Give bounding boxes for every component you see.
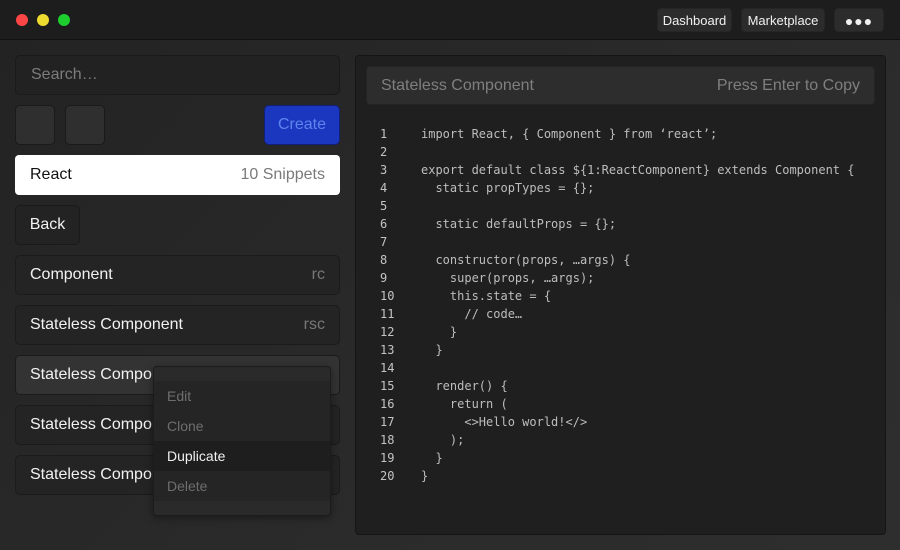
line-number: 11 xyxy=(380,307,395,321)
line-number: 3 xyxy=(380,163,388,177)
line-number: 7 xyxy=(380,235,388,249)
line-text: constructor(props, …args) { xyxy=(421,253,631,267)
line-number: 17 xyxy=(380,415,395,429)
line-text: // code… xyxy=(421,307,523,321)
line-number: 6 xyxy=(380,217,388,231)
code-line: 13 } xyxy=(380,341,854,359)
copy-hint: Press Enter to Copy xyxy=(716,76,860,94)
line-number: 18 xyxy=(380,433,395,447)
line-number: 12 xyxy=(380,325,395,339)
code-line: 14 xyxy=(380,359,854,377)
line-number: 2 xyxy=(380,145,388,159)
snippet-item[interactable]: Stateless Component rsc xyxy=(15,305,340,345)
snippet-item[interactable]: Component rc xyxy=(15,255,340,295)
category-react[interactable]: React 10 Snippets xyxy=(15,155,340,195)
zoom-window-button[interactable] xyxy=(58,14,70,26)
line-number: 19 xyxy=(380,451,395,465)
line-text: render() { xyxy=(421,379,508,393)
editor-header: Stateless Component Press Enter to Copy xyxy=(366,66,875,105)
line-text: static propTypes = {}; xyxy=(421,181,595,195)
menu-item-delete[interactable]: Delete xyxy=(154,471,330,501)
code-line: 2 xyxy=(380,143,854,161)
line-number: 4 xyxy=(380,181,388,195)
minimize-window-button[interactable] xyxy=(37,14,49,26)
snippet-name: Stateless Component xyxy=(30,316,183,333)
line-text: } xyxy=(421,325,458,339)
line-text: return ( xyxy=(421,397,508,411)
code-view[interactable]: 1 import React, { Component } from ‘react… xyxy=(380,125,854,485)
line-text: } xyxy=(421,343,443,357)
line-text: export default class ${1:ReactComponent}… xyxy=(421,163,855,177)
line-text: <>Hello world!</> xyxy=(421,415,588,429)
line-number: 5 xyxy=(380,199,388,213)
line-text: super(props, …args); xyxy=(421,271,595,285)
code-line: 5 xyxy=(380,197,854,215)
line-number: 13 xyxy=(380,343,395,357)
line-number: 15 xyxy=(380,379,395,393)
snippet-name: Component xyxy=(30,266,113,283)
code-line: 6 static defaultProps = {}; xyxy=(380,215,854,233)
line-number: 9 xyxy=(380,271,388,285)
close-window-button[interactable] xyxy=(16,14,28,26)
code-editor-panel: Stateless Component Press Enter to Copy … xyxy=(355,55,886,535)
menu-item-duplicate[interactable]: Duplicate xyxy=(154,441,330,471)
line-text: static defaultProps = {}; xyxy=(421,217,617,231)
code-line: 8 constructor(props, …args) { xyxy=(380,251,854,269)
code-line: 1 import React, { Component } from ‘react… xyxy=(380,125,854,143)
line-text: } xyxy=(421,451,443,465)
search-input[interactable] xyxy=(15,55,340,95)
snippet-shortcut: rsc xyxy=(303,316,325,333)
code-line: 12 } xyxy=(380,323,854,341)
menu-item-clone[interactable]: Clone xyxy=(154,411,330,441)
toolbar-button-1[interactable] xyxy=(15,105,55,145)
line-number: 14 xyxy=(380,361,395,375)
line-text: ); xyxy=(421,433,465,447)
back-button[interactable]: Back xyxy=(15,205,80,245)
code-line: 11 // code… xyxy=(380,305,854,323)
toolbar-button-2[interactable] xyxy=(65,105,105,145)
code-line: 9 super(props, …args); xyxy=(380,269,854,287)
menu-item-edit[interactable]: Edit xyxy=(154,381,330,411)
more-options-button[interactable]: ●●● xyxy=(834,8,884,32)
line-number: 16 xyxy=(380,397,395,411)
code-line: 20} xyxy=(380,467,854,485)
context-menu: Edit Clone Duplicate Delete xyxy=(153,366,331,516)
code-line: 18 ); xyxy=(380,431,854,449)
code-line: 10 this.state = { xyxy=(380,287,854,305)
editor-title: Stateless Component xyxy=(381,76,534,94)
marketplace-button[interactable]: Marketplace xyxy=(741,8,825,32)
line-text: this.state = { xyxy=(421,289,552,303)
line-number: 20 xyxy=(380,469,395,483)
line-text: } xyxy=(421,469,429,483)
line-number: 1 xyxy=(380,127,388,141)
code-line: 4 static propTypes = {}; xyxy=(380,179,854,197)
code-line: 7 xyxy=(380,233,854,251)
create-button[interactable]: Create xyxy=(264,105,340,145)
line-number: 8 xyxy=(380,253,388,267)
more-dots-icon: ●●● xyxy=(844,13,874,29)
code-line: 15 render() { xyxy=(380,377,854,395)
dashboard-button[interactable]: Dashboard xyxy=(657,8,732,32)
category-name: React xyxy=(30,166,72,183)
title-bar: Dashboard Marketplace ●●● xyxy=(0,0,900,40)
code-line: 19 } xyxy=(380,449,854,467)
line-text: import React, { Component } from ‘react’… xyxy=(421,127,718,141)
line-number: 10 xyxy=(380,289,395,303)
code-line: 17 <>Hello world!</> xyxy=(380,413,854,431)
code-line: 3 export default class ${1:ReactComponent… xyxy=(380,161,854,179)
category-count: 10 Snippets xyxy=(240,166,325,183)
snippet-shortcut: rc xyxy=(311,266,325,283)
code-line: 16 return ( xyxy=(380,395,854,413)
